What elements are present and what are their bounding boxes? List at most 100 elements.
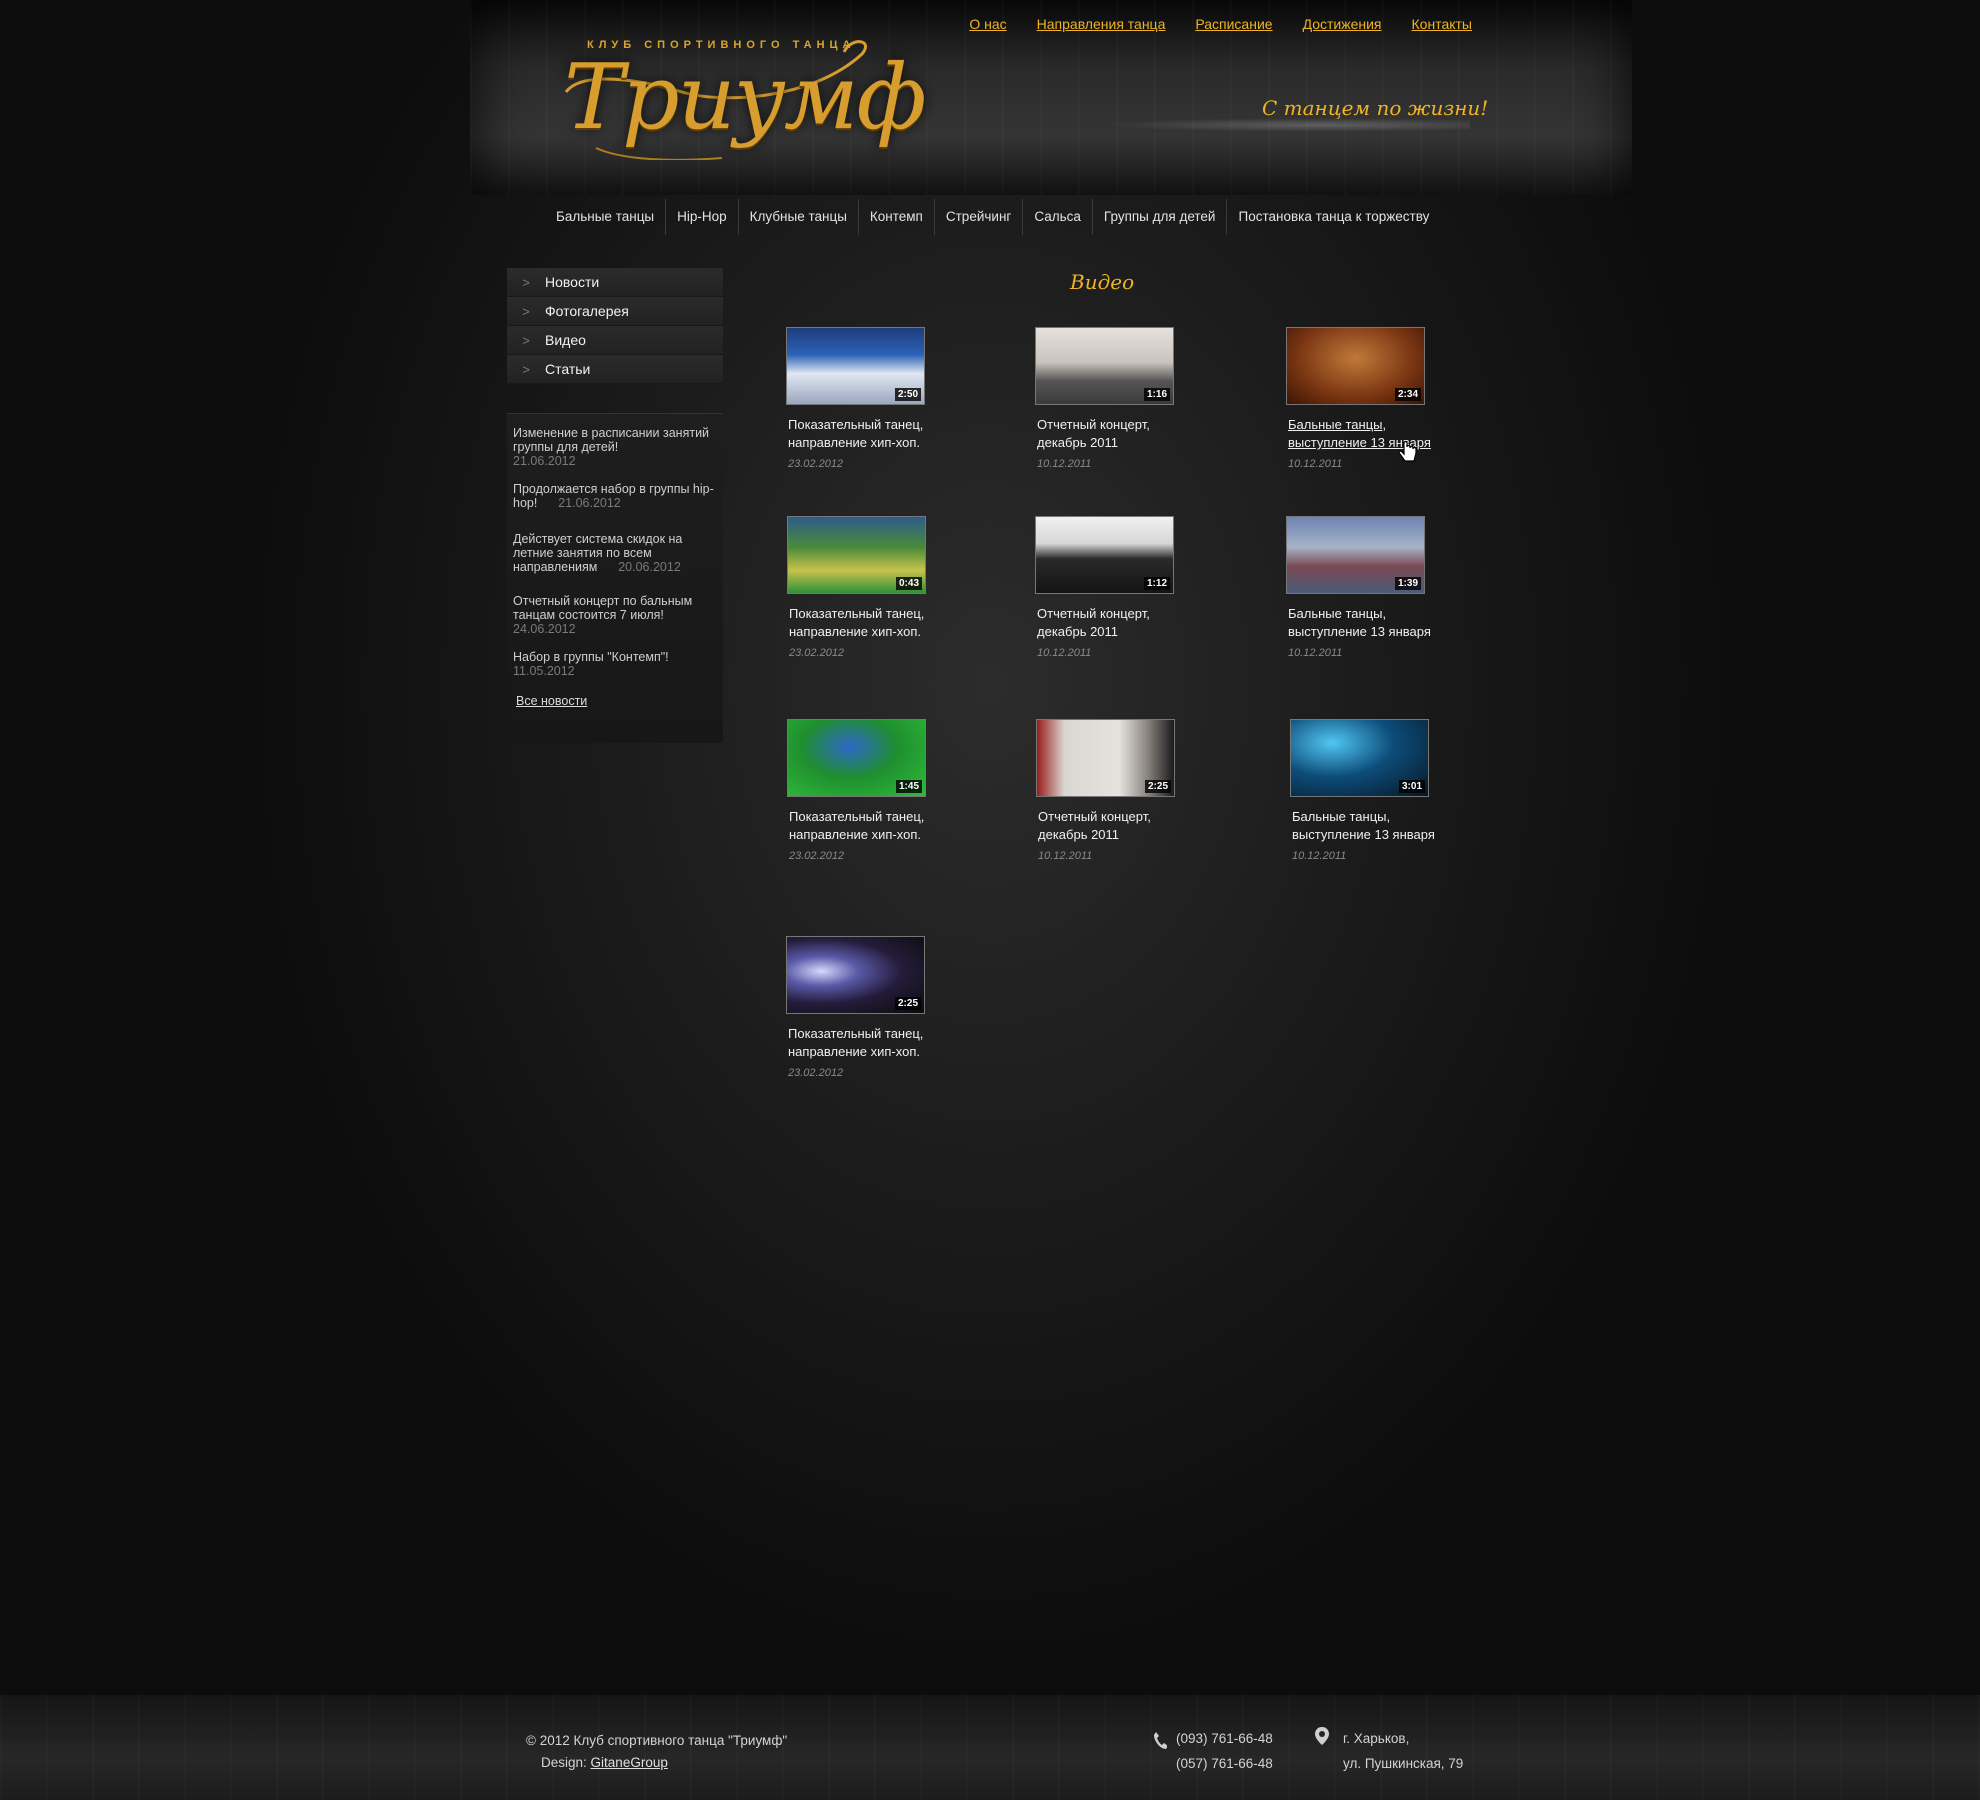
- video-card[interactable]: 2:50 Показательный танец, направление хип-…: [786, 327, 976, 470]
- news-text[interactable]: Отчетный концерт по бальным танцам состо…: [513, 594, 692, 622]
- topnav-link-directions[interactable]: Направления танца: [1037, 16, 1166, 32]
- video-title-line[interactable]: направление хип-хоп.: [789, 623, 977, 641]
- video-title[interactable]: Бальные танцы, выступление 13 января: [1288, 605, 1476, 641]
- video-title-line[interactable]: выступление 13 января: [1292, 826, 1480, 844]
- video-duration: 2:50: [894, 388, 921, 401]
- video-title-line[interactable]: Отчетный концерт,: [1037, 605, 1225, 623]
- main-navigation: Бальные танцы Hip-Hop Клубные танцы Конт…: [545, 198, 1440, 236]
- mainnav-item-salsa[interactable]: Сальса: [1023, 199, 1093, 235]
- topnav-link-contacts[interactable]: Контакты: [1412, 16, 1472, 32]
- video-title-line[interactable]: декабрь 2011: [1038, 826, 1226, 844]
- video-thumbnail[interactable]: 2:34: [1286, 327, 1425, 405]
- design-link[interactable]: GitaneGroup: [591, 1755, 668, 1770]
- news-item[interactable]: Набор в группы "Контемп"! 11.05.2012: [513, 650, 717, 678]
- video-card[interactable]: 1:45 Показательный танец, направление хип-…: [787, 719, 977, 862]
- video-title-line[interactable]: Показательный танец,: [789, 605, 977, 623]
- all-news-link[interactable]: Все новости: [516, 694, 587, 708]
- video-title-line[interactable]: направление хип-хоп.: [788, 434, 976, 452]
- logo-title[interactable]: Триумф: [564, 48, 927, 148]
- video-title-line[interactable]: Бальные танцы,: [1288, 605, 1476, 623]
- video-thumbnail[interactable]: 1:45: [787, 719, 926, 797]
- video-title-line[interactable]: Показательный танец,: [788, 1025, 976, 1043]
- video-duration: 1:45: [895, 780, 922, 793]
- video-card[interactable]: 1:12 Отчетный концерт, декабрь 2011 10.12.2…: [1035, 516, 1225, 659]
- video-date: 10.12.2011: [1288, 647, 1343, 659]
- chevron-right-icon: >: [522, 274, 530, 290]
- video-title-line[interactable]: Бальные танцы,: [1292, 808, 1480, 826]
- video-card[interactable]: 3:01 Бальные танцы, выступление 13 января 1…: [1290, 719, 1480, 862]
- sidebar-item-news[interactable]: > Новости: [507, 268, 723, 297]
- video-card[interactable]: 2:25 Показательный танец, направление хип-…: [786, 936, 976, 1079]
- phone-number[interactable]: (057) 761-66-48: [1176, 1751, 1273, 1776]
- news-text[interactable]: Набор в группы "Контемп"!: [513, 650, 669, 664]
- mainnav-item-ballroom[interactable]: Бальные танцы: [545, 199, 667, 235]
- site-footer: [0, 1695, 1980, 1800]
- sidebar-item-video[interactable]: > Видео: [507, 326, 723, 355]
- news-date: 21.06.2012: [513, 454, 576, 468]
- video-thumbnail[interactable]: 1:16: [1035, 327, 1174, 405]
- video-date: 23.02.2012: [789, 647, 845, 659]
- news-item[interactable]: Продолжается набор в группы hip-hop! 21.…: [513, 482, 717, 510]
- sidebar-item-gallery[interactable]: > Фотогалерея: [507, 297, 723, 326]
- video-title[interactable]: Показательный танец, направление хип-хоп.: [788, 1025, 976, 1061]
- video-card[interactable]: 1:39 Бальные танцы, выступление 13 января 1…: [1286, 516, 1476, 659]
- chevron-right-icon: >: [522, 332, 530, 348]
- video-title-line[interactable]: Бальные танцы,: [1288, 416, 1476, 434]
- video-title-line[interactable]: Показательный танец,: [788, 416, 976, 434]
- chevron-right-icon: >: [522, 361, 530, 377]
- video-title[interactable]: Отчетный концерт, декабрь 2011: [1038, 808, 1226, 844]
- video-thumbnail[interactable]: 3:01: [1290, 719, 1429, 797]
- mainnav-item-wedding[interactable]: Постановка танца к торжеству: [1227, 199, 1440, 235]
- video-date: 10.12.2011: [1288, 458, 1343, 470]
- sidebar-menu: > Новости > Фотогалерея > Видео > Статьи: [507, 268, 723, 384]
- video-title[interactable]: Показательный танец, направление хип-хоп.: [788, 416, 976, 452]
- video-thumbnail[interactable]: 1:12: [1035, 516, 1174, 594]
- video-title-line[interactable]: Показательный танец,: [789, 808, 977, 826]
- news-item[interactable]: Действует система скидок на летние занят…: [513, 532, 717, 574]
- video-thumbnail[interactable]: 0:43: [787, 516, 926, 594]
- video-duration: 1:39: [1394, 577, 1421, 590]
- video-duration: 3:01: [1398, 780, 1425, 793]
- video-thumbnail[interactable]: 1:39: [1286, 516, 1425, 594]
- news-item[interactable]: Отчетный концерт по бальным танцам состо…: [513, 594, 717, 636]
- video-title-line[interactable]: Отчетный концерт,: [1037, 416, 1225, 434]
- mainnav-item-kids[interactable]: Группы для детей: [1093, 199, 1228, 235]
- video-title[interactable]: Показательный танец, направление хип-хоп.: [789, 605, 977, 641]
- video-thumbnail[interactable]: 2:25: [1036, 719, 1175, 797]
- video-title-line[interactable]: направление хип-хоп.: [788, 1043, 976, 1061]
- video-title[interactable]: Бальные танцы, выступление 13 января: [1292, 808, 1480, 844]
- video-thumbnail[interactable]: 2:50: [786, 327, 925, 405]
- news-text[interactable]: Изменение в расписании занятий группы дл…: [513, 426, 709, 454]
- video-card[interactable]: 0:43 Показательный танец, направление хип-…: [787, 516, 977, 659]
- mainnav-item-stretching[interactable]: Стрейчинг: [935, 199, 1024, 235]
- phone-number[interactable]: (093) 761-66-48: [1176, 1726, 1273, 1751]
- video-title-line[interactable]: выступление 13 января: [1288, 623, 1476, 641]
- topnav-link-achievements[interactable]: Достижения: [1303, 16, 1382, 32]
- topnav-link-schedule[interactable]: Расписание: [1195, 16, 1272, 32]
- footer-phones: (093) 761-66-48 (057) 761-66-48: [1176, 1726, 1273, 1776]
- video-title-line[interactable]: декабрь 2011: [1037, 434, 1225, 452]
- mainnav-item-club[interactable]: Клубные танцы: [739, 199, 859, 235]
- video-title[interactable]: Отчетный концерт, декабрь 2011: [1037, 605, 1225, 641]
- topnav-link-about[interactable]: О нас: [969, 16, 1006, 32]
- sidebar-item-label: Видео: [545, 332, 586, 348]
- video-title-line[interactable]: декабрь 2011: [1037, 623, 1225, 641]
- news-item[interactable]: Изменение в расписании занятий группы дл…: [513, 426, 717, 468]
- video-date: 23.02.2012: [788, 1067, 844, 1079]
- video-title-line[interactable]: направление хип-хоп.: [789, 826, 977, 844]
- news-date: 20.06.2012: [618, 560, 681, 574]
- video-title[interactable]: Отчетный концерт, декабрь 2011: [1037, 416, 1225, 452]
- video-card[interactable]: 2:25 Отчетный концерт, декабрь 2011 10.12.2…: [1036, 719, 1226, 862]
- sidebar-item-articles[interactable]: > Статьи: [507, 355, 723, 384]
- video-title[interactable]: Бальные танцы, выступление 13 января: [1288, 416, 1476, 452]
- design-label: Design:: [541, 1755, 587, 1770]
- mainnav-item-hiphop[interactable]: Hip-Hop: [666, 199, 739, 235]
- video-card[interactable]: 2:34 Бальные танцы, выступление 13 января 1…: [1286, 327, 1476, 470]
- video-title-line[interactable]: Отчетный концерт,: [1038, 808, 1226, 826]
- video-title[interactable]: Показательный танец, направление хип-хоп.: [789, 808, 977, 844]
- video-thumbnail[interactable]: 2:25: [786, 936, 925, 1014]
- mainnav-item-contemp[interactable]: Контемп: [859, 199, 935, 235]
- video-duration: 1:12: [1143, 577, 1170, 590]
- video-card[interactable]: 1:16 Отчетный концерт, декабрь 2011 10.12.2…: [1035, 327, 1225, 470]
- video-title-line[interactable]: выступление 13 января: [1288, 434, 1476, 452]
